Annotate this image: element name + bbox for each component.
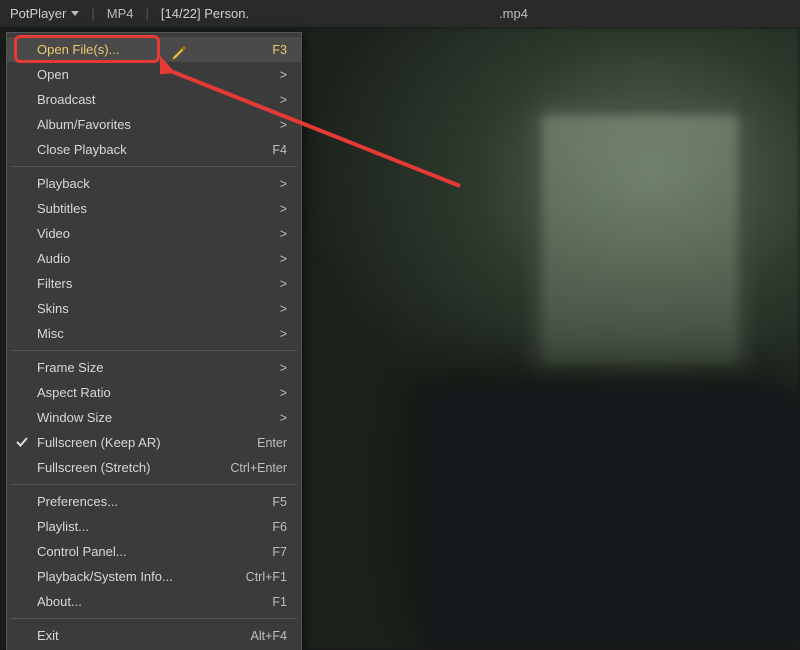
menu-item-label: Broadcast <box>37 92 280 107</box>
menu-item-shortcut: F7 <box>272 545 287 559</box>
menu-item-window-size[interactable]: Window Size> <box>7 405 301 430</box>
submenu-arrow-icon: > <box>280 252 287 266</box>
submenu-arrow-icon: > <box>280 327 287 341</box>
menu-item-open[interactable]: Open> <box>7 62 301 87</box>
menu-item-label: Playlist... <box>37 519 272 534</box>
menu-item-label: Playback <box>37 176 280 191</box>
check-icon <box>16 436 28 448</box>
menu-item-shortcut: Ctrl+Enter <box>230 461 287 475</box>
menu-item-label: Fullscreen (Stretch) <box>37 460 230 475</box>
menu-item-shortcut: Enter <box>257 436 287 450</box>
menu-item-subtitles[interactable]: Subtitles> <box>7 196 301 221</box>
file-title-prefix: [14/22] Person. <box>161 6 249 21</box>
submenu-arrow-icon: > <box>280 411 287 425</box>
menu-item-label: Window Size <box>37 410 280 425</box>
menu-item-fullscreen-ar[interactable]: Fullscreen (Keep AR)Enter <box>7 430 301 455</box>
menu-item-shortcut: F3 <box>272 43 287 57</box>
bg-window-frame <box>530 103 750 378</box>
submenu-arrow-icon: > <box>280 277 287 291</box>
menu-item-label: Playback/System Info... <box>37 569 246 584</box>
menu-item-video[interactable]: Video> <box>7 221 301 246</box>
menu-item-label: About... <box>37 594 272 609</box>
submenu-arrow-icon: > <box>280 177 287 191</box>
menu-item-label: Control Panel... <box>37 544 272 559</box>
menu-item-playlist[interactable]: Playlist...F6 <box>7 514 301 539</box>
format-badge: MP4 <box>107 6 134 21</box>
submenu-arrow-icon: > <box>280 93 287 107</box>
menu-item-aspect-ratio[interactable]: Aspect Ratio> <box>7 380 301 405</box>
menu-item-frame-size[interactable]: Frame Size> <box>7 355 301 380</box>
titlebar-separator: | <box>91 6 94 21</box>
app-menu-button[interactable]: PotPlayer <box>10 6 79 21</box>
redacted-span <box>249 7 499 21</box>
titlebar: PotPlayer | MP4 | [14/22] Person. .mp4 <box>0 0 800 28</box>
menu-item-preferences[interactable]: Preferences...F5 <box>7 489 301 514</box>
app-name: PotPlayer <box>10 6 66 21</box>
menu-item-fullscreen-str[interactable]: Fullscreen (Stretch)Ctrl+Enter <box>7 455 301 480</box>
menu-item-label: Open <box>37 67 280 82</box>
menu-item-album-fav[interactable]: Album/Favorites> <box>7 112 301 137</box>
menu-item-label: Subtitles <box>37 201 280 216</box>
menu-divider <box>11 350 297 351</box>
submenu-arrow-icon: > <box>280 202 287 216</box>
menu-item-shortcut: F5 <box>272 495 287 509</box>
menu-item-misc[interactable]: Misc> <box>7 321 301 346</box>
menu-divider <box>11 166 297 167</box>
menu-item-close-playback[interactable]: Close PlaybackF4 <box>7 137 301 162</box>
menu-item-label: Misc <box>37 326 280 341</box>
menu-item-label: Aspect Ratio <box>37 385 280 400</box>
menu-item-audio[interactable]: Audio> <box>7 246 301 271</box>
submenu-arrow-icon: > <box>280 227 287 241</box>
menu-item-shortcut: F1 <box>272 595 287 609</box>
menu-item-label: Frame Size <box>37 360 280 375</box>
menu-item-sysinfo[interactable]: Playback/System Info...Ctrl+F1 <box>7 564 301 589</box>
menu-item-skins[interactable]: Skins> <box>7 296 301 321</box>
menu-item-shortcut: F4 <box>272 143 287 157</box>
menu-divider <box>11 618 297 619</box>
menu-item-playback[interactable]: Playback> <box>7 171 301 196</box>
main-context-menu: Open File(s)...F3Open>Broadcast>Album/Fa… <box>6 32 302 650</box>
menu-item-label: Fullscreen (Keep AR) <box>37 435 257 450</box>
menu-item-label: Open File(s)... <box>37 42 272 57</box>
submenu-arrow-icon: > <box>280 361 287 375</box>
menu-item-about[interactable]: About...F1 <box>7 589 301 614</box>
menu-item-open-files[interactable]: Open File(s)...F3 <box>7 37 301 62</box>
menu-item-label: Preferences... <box>37 494 272 509</box>
titlebar-separator: | <box>146 6 149 21</box>
menu-item-label: Filters <box>37 276 280 291</box>
menu-item-control-panel[interactable]: Control Panel...F7 <box>7 539 301 564</box>
menu-item-shortcut: Alt+F4 <box>251 629 287 643</box>
menu-item-shortcut: F6 <box>272 520 287 534</box>
file-title: [14/22] Person. .mp4 <box>161 6 528 22</box>
menu-divider <box>11 484 297 485</box>
submenu-arrow-icon: > <box>280 68 287 82</box>
menu-item-label: Exit <box>37 628 251 643</box>
menu-item-exit[interactable]: ExitAlt+F4 <box>7 623 301 648</box>
submenu-arrow-icon: > <box>280 118 287 132</box>
menu-item-filters[interactable]: Filters> <box>7 271 301 296</box>
submenu-arrow-icon: > <box>280 386 287 400</box>
caret-down-icon <box>71 11 79 16</box>
menu-item-label: Video <box>37 226 280 241</box>
bg-couch <box>420 388 800 648</box>
menu-item-label: Close Playback <box>37 142 272 157</box>
menu-item-shortcut: Ctrl+F1 <box>246 570 287 584</box>
menu-item-label: Audio <box>37 251 280 266</box>
menu-item-label: Album/Favorites <box>37 117 280 132</box>
menu-item-broadcast[interactable]: Broadcast> <box>7 87 301 112</box>
menu-item-label: Skins <box>37 301 280 316</box>
submenu-arrow-icon: > <box>280 302 287 316</box>
file-title-suffix: .mp4 <box>499 6 528 21</box>
